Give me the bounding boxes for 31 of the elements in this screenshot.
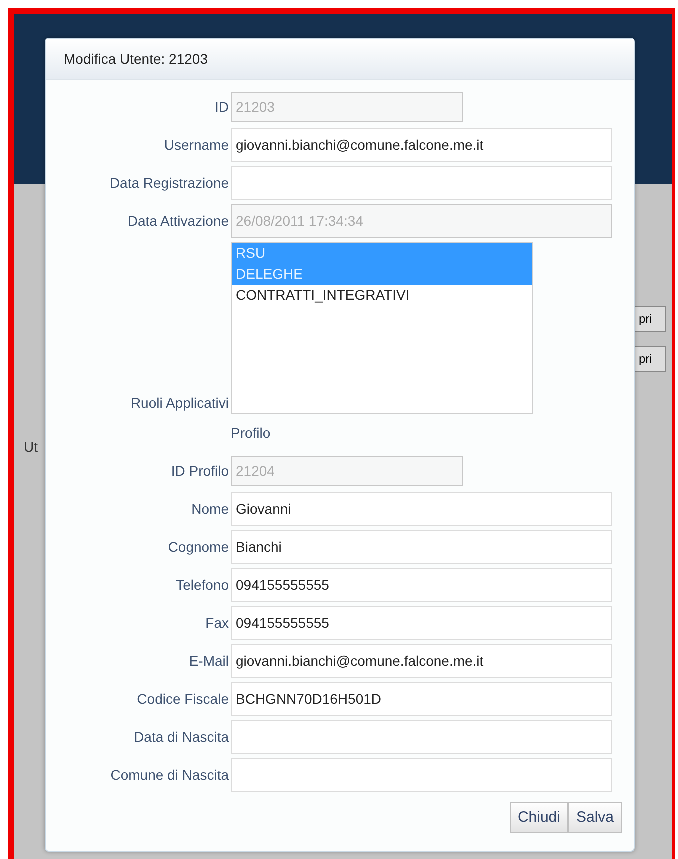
- field-label: Codice Fiscale: [136, 690, 229, 709]
- field-label: Data Attivazione: [126, 212, 229, 231]
- field-label: Fax: [204, 614, 229, 633]
- input-field[interactable]: Giovanni: [231, 492, 612, 526]
- field-label: Username: [163, 136, 229, 155]
- roles-listbox[interactable]: RSU DELEGHE CONTRATTI_INTEGRATIVI: [231, 242, 533, 414]
- section-heading: Profilo: [231, 425, 271, 441]
- input-field[interactable]: [231, 720, 612, 754]
- input-field[interactable]: giovanni.bianchi@comune.falcone.me.it: [231, 128, 612, 162]
- input-field[interactable]: 094155555555: [231, 568, 612, 602]
- field-label: ID Profilo: [170, 462, 229, 481]
- dialog-title: Modifica Utente: 21203: [64, 51, 208, 67]
- field-label: Ruoli Applicativi: [130, 394, 229, 413]
- input-field[interactable]: [231, 166, 612, 200]
- close-button[interactable]: Chiudi: [510, 802, 568, 833]
- input-field[interactable]: 094155555555: [231, 606, 612, 640]
- background-label: Ut: [24, 439, 38, 455]
- field-label: Data di Nascita: [133, 728, 229, 747]
- field-label: Data Registrazione: [108, 174, 229, 193]
- input-field[interactable]: Bianchi: [231, 530, 612, 564]
- input-field[interactable]: BCHGNN70D16H501D: [231, 682, 612, 716]
- field-label: Cognome: [167, 538, 229, 557]
- field-label: E-Mail: [188, 652, 229, 671]
- input-field[interactable]: [231, 758, 612, 792]
- field-label: Nome: [190, 500, 229, 519]
- field-label: Telefono: [175, 576, 229, 595]
- field-label: Comune di Nascita: [110, 766, 229, 785]
- field-label: ID: [214, 98, 229, 117]
- list-option[interactable]: CONTRATTI_INTEGRATIVI: [232, 285, 532, 306]
- input-field[interactable]: giovanni.bianchi@comune.falcone.me.it: [231, 644, 612, 678]
- save-button[interactable]: Salva: [568, 802, 622, 833]
